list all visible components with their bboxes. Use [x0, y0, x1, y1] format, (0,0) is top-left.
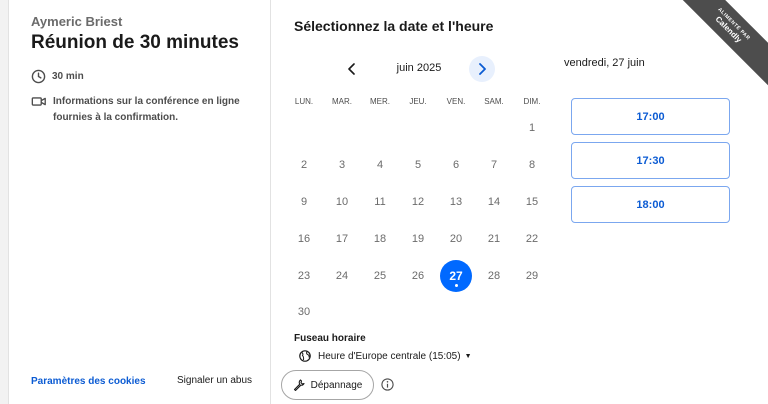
calendar-days-grid: 1 2 3 4 5 6 7 8 9 10 11 12 13 14 15 16 17 18 19 20 21 22 23 24 2… [285, 110, 551, 331]
calendar-day: 19 [411, 232, 425, 245]
calendar-day: 2 [300, 159, 308, 172]
calendar-day: 11 [374, 195, 386, 208]
calendar-day: 4 [376, 159, 384, 172]
calendar-day: 5 [414, 159, 422, 172]
calendar-day: 13 [449, 195, 463, 208]
calendar-day: 24 [335, 269, 349, 282]
empty-day-cell [437, 110, 475, 147]
calendar-day: 20 [449, 232, 463, 245]
timezone-value: Heure d'Europe centrale (15:05) [318, 350, 461, 362]
calendar-day: 14 [487, 195, 501, 208]
calendar-day: 1 [528, 122, 536, 135]
calendar-day: 10 [335, 195, 349, 208]
calendar-day: 3 [338, 159, 346, 172]
weekday-label: MAR. [332, 97, 352, 106]
calendar-day: 21 [487, 232, 501, 245]
event-title: Réunion de 30 minutes [31, 32, 239, 53]
calendar-day: 15 [525, 195, 539, 208]
info-icon[interactable] [381, 378, 394, 396]
calendar-day: 6 [452, 159, 460, 172]
booking-card: Aymeric Briest Réunion de 30 minutes 30 … [8, 0, 768, 404]
weekday-label: MER. [370, 97, 390, 106]
cookie-settings-link[interactable]: Paramètres des cookies [31, 376, 146, 387]
clock-icon [31, 69, 46, 84]
calendar-day: 29 [525, 269, 539, 282]
calendar-day-selected[interactable]: 27 [437, 257, 475, 294]
time-slot-list: 17:00 17:30 18:00 [571, 98, 730, 230]
time-slot-button[interactable]: 18:00 [571, 186, 730, 223]
weekday-label: DIM. [523, 97, 541, 106]
previous-month-button[interactable] [339, 56, 365, 82]
weekday-label: VEN. [446, 97, 466, 106]
caret-down-icon: ▼ [464, 352, 472, 360]
globe-icon [299, 350, 311, 362]
calendar-day: 28 [487, 269, 501, 282]
timezone-label: Fuseau horaire [294, 333, 366, 344]
video-camera-icon [31, 97, 46, 106]
calendar-day: 30 [297, 306, 311, 319]
calendar-day: 9 [300, 195, 308, 208]
conference-info: Informations sur la conférence en ligne … [31, 94, 251, 126]
empty-day-cell [361, 110, 399, 147]
report-abuse-link[interactable]: Signaler un abus [177, 375, 252, 386]
calendar-day: 22 [525, 232, 539, 245]
next-month-button[interactable] [469, 56, 495, 82]
empty-day-cell [475, 110, 513, 147]
chevron-right-icon [479, 63, 486, 75]
calendar-heading: Sélectionnez la date et l'heure [294, 18, 494, 34]
troubleshoot-label: Dépannage [310, 379, 363, 391]
empty-day-cell [399, 110, 437, 147]
event-details-panel: Aymeric Briest Réunion de 30 minutes 30 … [9, 0, 271, 404]
event-duration: 30 min [31, 69, 84, 85]
troubleshoot-button[interactable]: Dépannage [281, 370, 374, 400]
calendar-day: 23 [297, 269, 311, 282]
calendar-day: 16 [297, 232, 311, 245]
calendar-day: 25 [373, 269, 387, 282]
wrench-icon [293, 379, 305, 391]
calendar-day: 18 [373, 232, 387, 245]
duration-label: 30 min [52, 71, 84, 82]
weekday-label: SAM. [484, 97, 504, 106]
calendar-day: 12 [411, 195, 425, 208]
host-name: Aymeric Briest [31, 14, 123, 29]
calendar-day: 8 [528, 159, 536, 172]
timezone-selector[interactable]: Heure d'Europe centrale (15:05) ▼ [299, 350, 472, 362]
calendar-day: 17 [335, 232, 349, 245]
selected-date-heading: vendredi, 27 juin [564, 57, 645, 69]
empty-day-cell [285, 110, 323, 147]
calendar-day: 7 [490, 159, 498, 172]
time-slot-button[interactable]: 17:30 [571, 142, 730, 179]
conference-info-text: Informations sur la conférence en ligne … [53, 96, 240, 123]
chevron-left-icon [348, 63, 355, 75]
weekday-header: LUN. MAR. MER. JEU. VEN. SAM. DIM. [285, 97, 551, 106]
day-number: 27 [440, 259, 472, 292]
current-month: juin 2025 [396, 62, 442, 74]
empty-day-cell [323, 110, 361, 147]
time-slot-button[interactable]: 17:00 [571, 98, 730, 135]
month-navigation: juin 2025 [339, 56, 499, 82]
weekday-label: LUN. [294, 97, 314, 106]
powered-by-calendly-ribbon[interactable]: ALIMENTÉ PAR Calendly [667, 0, 768, 91]
weekday-label: JEU. [409, 97, 427, 106]
calendar-day: 26 [411, 269, 425, 282]
